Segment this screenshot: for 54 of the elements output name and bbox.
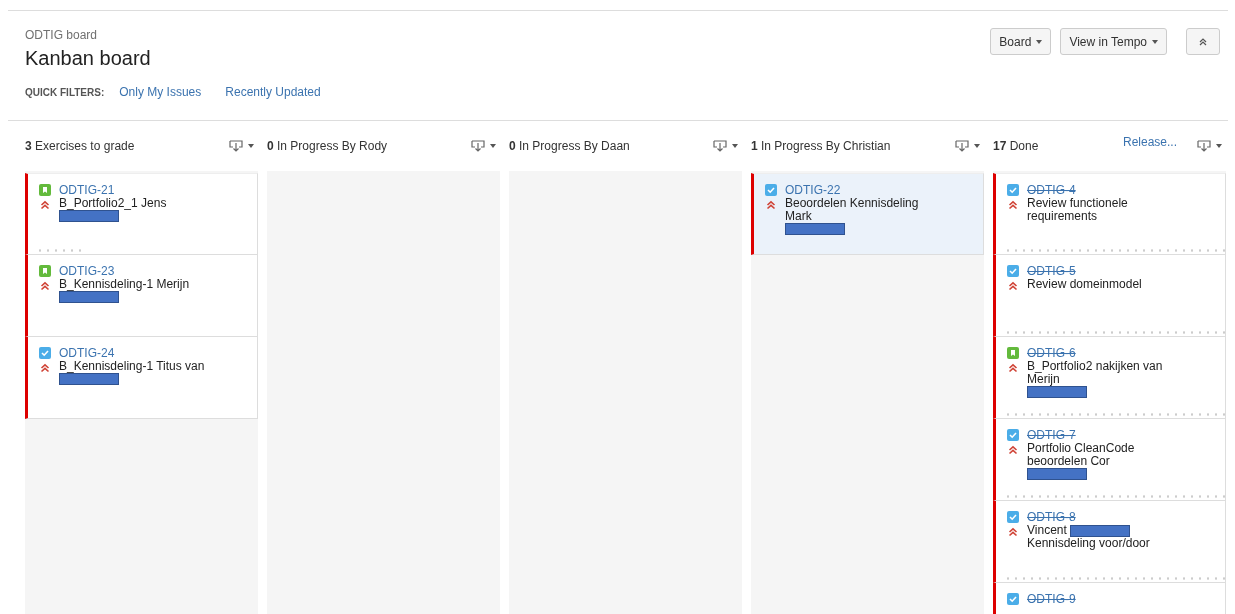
column-title: 3 Exercises to grade — [25, 139, 136, 153]
issue-summary: Review functionele requirements — [1027, 197, 1129, 223]
checkbox-icon — [1007, 265, 1019, 277]
issue-key-link[interactable]: ODTIG-9 — [1027, 592, 1076, 606]
issue-summary: Kennisdeling voor/door — [1027, 537, 1150, 550]
bookmark-icon — [1007, 347, 1019, 359]
issue-summary: Beoordelen Kennisdeling Mark — [785, 197, 920, 223]
checkbox-icon — [1007, 184, 1019, 196]
checkbox-icon — [1007, 593, 1019, 605]
column-title: 17 Done — [993, 139, 1040, 153]
quick-filter-link[interactable]: Recently Updated — [225, 84, 321, 100]
checkbox-icon — [765, 184, 777, 196]
issue-key-link[interactable]: ODTIG-22 — [785, 183, 841, 197]
issue-key-link[interactable]: ODTIG-21 — [59, 183, 115, 197]
issue-summary: Review domeinmodel — [1027, 278, 1142, 291]
checkbox-icon — [39, 347, 51, 359]
quick-filter-link[interactable]: Only My Issues — [119, 84, 202, 100]
issue-card[interactable]: ODTIG-7 Portfolio CleanCode beoordelen Cor — [993, 419, 1226, 501]
dropdown-button[interactable]: View in Tempo — [1060, 28, 1167, 55]
checkbox-icon — [1007, 429, 1019, 441]
issue-key-link[interactable]: ODTIG-5 — [1027, 264, 1076, 278]
column-title: 0 In Progress By Rody — [267, 139, 389, 153]
bookmark-icon — [39, 265, 51, 277]
page-title: Kanban board — [25, 47, 152, 70]
issue-summary: Portfolio CleanCode beoordelen Cor — [1027, 442, 1136, 468]
issue-key-link[interactable]: ODTIG-4 — [1027, 183, 1076, 197]
checkbox-icon — [1007, 511, 1019, 523]
column-title: 1 In Progress By Christian — [751, 139, 892, 153]
issue-summary: Vincent — [1027, 524, 1067, 537]
issue-card[interactable]: ODTIG-23 B_Kennisdeling-1 Merijn — [25, 255, 258, 337]
issue-card[interactable]: ODTIG-4 Review functionele requirements — [993, 173, 1226, 255]
issue-card[interactable]: ODTIG-22 Beoordelen Kennisdeling Mark — [751, 173, 984, 255]
issue-key-link[interactable]: ODTIG-8 — [1027, 510, 1076, 524]
board-name: ODTIG board — [25, 28, 99, 42]
issue-summary: B_Kennisdeling-1 Merijn — [59, 278, 190, 291]
quick-filters-label: QUICK FILTERS: — [25, 86, 105, 98]
issue-card[interactable]: ODTIG-24 B_Kennisdeling-1 Titus van — [25, 337, 258, 419]
issue-card[interactable]: ODTIG-9 — [993, 583, 1226, 614]
dropdown-button[interactable]: Board — [990, 28, 1052, 55]
bookmark-icon — [39, 184, 51, 196]
issue-key-link[interactable]: ODTIG-23 — [59, 264, 115, 278]
issue-card[interactable]: ODTIG-5 Review domeinmodel — [993, 255, 1226, 337]
issue-key-link[interactable]: ODTIG-7 — [1027, 428, 1076, 442]
issue-summary: B_Portfolio2 nakijken van Merijn — [1027, 360, 1164, 386]
issue-card[interactable]: ODTIG-8 Vincent Kennisdeling voor/door — [993, 501, 1226, 583]
double-chevron-icon — [1199, 37, 1207, 46]
issue-card[interactable]: ODTIG-21 B_Portfolio2_1 Jens — [25, 173, 258, 255]
issue-summary: B_Kennisdeling-1 Titus van — [59, 360, 205, 373]
release-link[interactable]: Release... — [1122, 135, 1177, 149]
issue-summary: B_Portfolio2_1 Jens — [59, 197, 167, 210]
issue-key-link[interactable]: ODTIG-6 — [1027, 346, 1076, 360]
issue-card[interactable]: ODTIG-6 B_Portfolio2 nakijken van Merijn — [993, 337, 1226, 419]
issue-key-link[interactable]: ODTIG-24 — [59, 346, 115, 360]
column-title: 0 In Progress By Daan — [509, 139, 631, 153]
